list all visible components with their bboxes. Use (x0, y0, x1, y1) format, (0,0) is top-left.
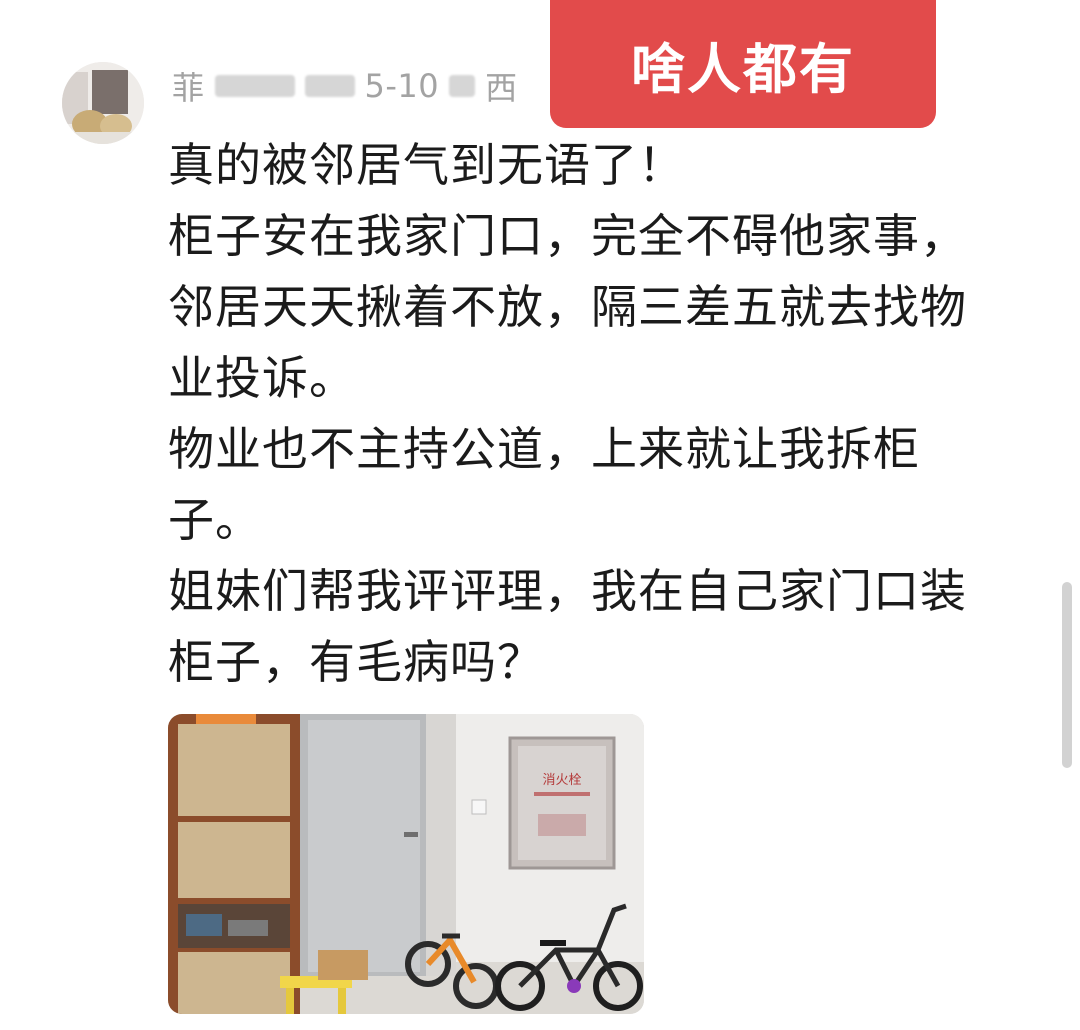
hydrant-sign: 消火栓 (542, 773, 581, 788)
location: 西 (485, 69, 518, 107)
location-redaction (449, 75, 476, 97)
comment-body: 真的被邻居气到无语了！ 柜子安在我家门口，完全不碍他家事， 邻居天天揪着不放，隔… (168, 130, 998, 698)
comment-photo[interactable]: 消火栓 (168, 714, 644, 1014)
avatar[interactable] (62, 62, 144, 144)
comment-line: 真的被邻居气到无语了！ (168, 138, 685, 192)
scrollbar[interactable] (1062, 582, 1072, 768)
comment-line: 子。 (168, 493, 262, 547)
comment-line: 业投诉。 (168, 351, 356, 405)
comment-line: 物业也不主持公道，上来就让我拆柜 (168, 422, 920, 476)
comment-line: 姐妹们帮我评评理，我在自己家门口装 (168, 564, 967, 618)
comment-line: 柜子安在我家门口，完全不碍他家事， (168, 209, 967, 263)
username[interactable]: 菲 (172, 63, 205, 109)
hallway-photo: 消火栓 (168, 714, 644, 1014)
date-redaction (304, 75, 355, 97)
topic-tag-label: 啥人都有 (631, 37, 855, 101)
post-date: 5-10 (364, 67, 440, 105)
comment-meta: 菲 5-10 西 (172, 64, 518, 108)
topic-tag: 啥人都有 (550, 0, 936, 128)
username-redaction (214, 75, 295, 97)
avatar-image (62, 62, 144, 144)
comment-line: 柜子，有毛病吗？ (168, 635, 544, 689)
comment-line: 邻居天天揪着不放，隔三差五就去找物 (168, 280, 967, 334)
